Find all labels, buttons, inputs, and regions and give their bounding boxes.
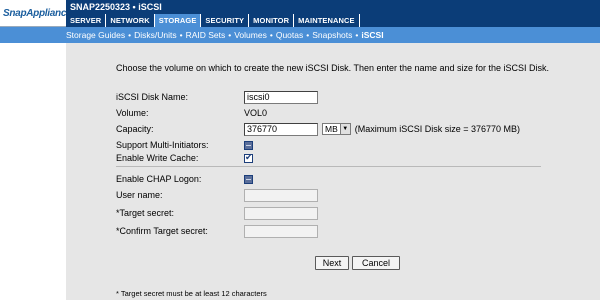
user-name-input[interactable] <box>244 188 318 202</box>
target-secret-label: *Target secret: <box>116 208 175 218</box>
sub-nav: Storage Guides • Disks/Units • RAID Sets • Vol… <box>0 27 600 43</box>
capacity-unit-select[interactable]: MB ▼ <box>322 123 351 135</box>
user-name-row: User name: <box>116 188 318 202</box>
subnav-separator: • <box>306 30 310 40</box>
subnav-quotas[interactable]: Quotas <box>276 30 303 40</box>
snap-appliance-logo: SnapAppliance <box>0 0 72 27</box>
confirm-secret-input[interactable] <box>244 224 318 238</box>
chevron-down-icon[interactable]: ▼ <box>339 124 350 134</box>
disk-name-row: iSCSI Disk Name: <box>116 90 318 104</box>
confirm-secret-row: *Confirm Target secret: <box>116 224 318 238</box>
subnav-volumes[interactable]: Volumes <box>234 30 267 40</box>
subnav-snapshots[interactable]: Snapshots <box>312 30 352 40</box>
capacity-unit-value: MB <box>325 124 338 134</box>
subnav-separator: • <box>128 30 132 40</box>
tab-security[interactable]: SECURITY <box>201 14 250 27</box>
tab-network[interactable]: NETWORK <box>106 14 155 27</box>
volume-row: Volume: VOL0 <box>116 106 267 120</box>
user-name-label: User name: <box>116 190 163 200</box>
chap-label: Enable CHAP Logon: <box>116 174 202 184</box>
disk-name-input[interactable] <box>244 90 318 104</box>
volume-label: Volume: <box>116 108 149 118</box>
tab-maintenance[interactable]: MAINTENANCE <box>294 14 360 27</box>
disk-name-label: iSCSI Disk Name: <box>116 92 189 102</box>
multi-initiators-row: Support Multi-Initiators: <box>116 138 253 152</box>
capacity-hint: (Maximum iSCSI Disk size = 376770 MB) <box>354 124 521 134</box>
subnav-disks-units[interactable]: Disks/Units <box>134 30 177 40</box>
target-secret-row: *Target secret: <box>116 206 318 220</box>
chap-row: Enable CHAP Logon: <box>116 172 253 186</box>
chap-checkbox[interactable] <box>244 174 253 184</box>
subnav-raid-sets[interactable]: RAID Sets <box>186 30 226 40</box>
target-secret-note: * Target secret must be at least 12 char… <box>116 289 267 298</box>
subnav-separator: • <box>269 30 273 40</box>
multi-initiators-checkbox[interactable] <box>244 140 253 150</box>
subnav-iscsi[interactable]: iSCSI <box>361 30 383 40</box>
write-cache-checkbox[interactable] <box>244 152 253 163</box>
tab-monitor[interactable]: MONITOR <box>249 14 295 27</box>
subnav-separator: • <box>228 30 232 40</box>
capacity-row: Capacity: MB ▼ (Maximum iSCSI Disk size … <box>116 122 520 136</box>
confirm-secret-label: *Confirm Target secret: <box>116 226 208 236</box>
tab-storage[interactable]: STORAGE <box>154 14 202 27</box>
capacity-label: Capacity: <box>116 124 154 134</box>
target-secret-input[interactable] <box>244 206 318 220</box>
subnav-separator: • <box>179 30 183 40</box>
cancel-button[interactable]: Cancel <box>352 256 400 270</box>
write-cache-row: Enable Write Cache: <box>116 151 253 165</box>
main-nav: SERVER NETWORK STORAGE SECURITY MONITOR … <box>66 14 600 27</box>
next-button[interactable]: Next <box>315 256 349 270</box>
content-panel: Choose the volume on which to create the… <box>66 43 600 300</box>
page-title: SNAP2250323 • iSCSI <box>66 0 600 14</box>
capacity-input[interactable] <box>244 122 318 136</box>
multi-initiators-label: Support Multi-Initiators: <box>116 140 209 150</box>
write-cache-label: Enable Write Cache: <box>116 153 199 163</box>
intro-text: Choose the volume on which to create the… <box>116 63 550 73</box>
tab-server[interactable]: SERVER <box>66 14 107 27</box>
subnav-storage-guides[interactable]: Storage Guides <box>66 30 125 40</box>
volume-value: VOL0 <box>244 108 268 118</box>
section-divider <box>116 166 541 167</box>
header: SnapAppliance SNAP2250323 • iSCSI SERVER… <box>0 0 600 43</box>
